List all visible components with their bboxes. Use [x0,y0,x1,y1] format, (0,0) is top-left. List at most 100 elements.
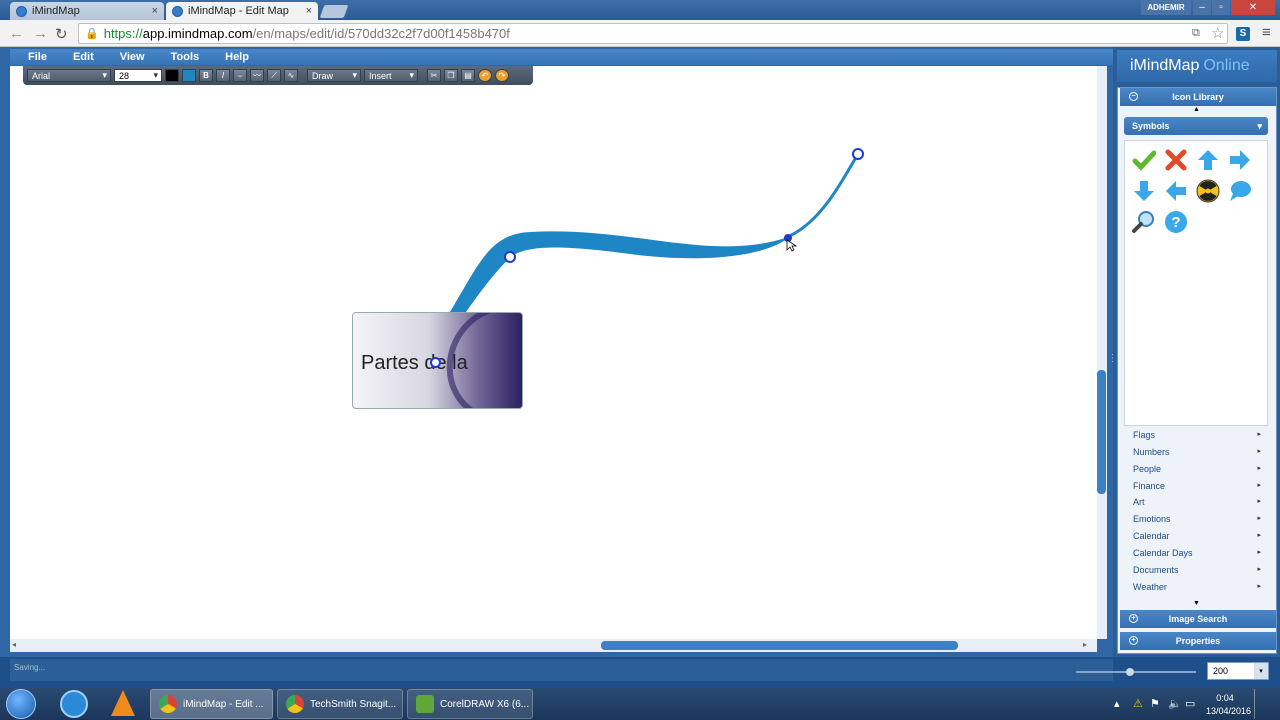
tab-close-icon[interactable]: × [152,5,158,17]
image-search-header[interactable]: + Image Search [1120,610,1276,628]
scroll-right-icon[interactable]: ▸ [1083,640,1087,649]
zoom-select[interactable]: 200 ▾ [1207,662,1269,680]
close-window-button[interactable]: ✕ [1231,0,1275,15]
category-numbers[interactable]: Numbers ▸ [1133,447,1261,457]
back-icon[interactable]: ← [9,25,24,42]
expand-icon[interactable]: + [1129,614,1138,623]
taskbar-item-snagit[interactable]: TechSmith Snagit... [277,689,403,719]
bookmark-star-icon[interactable]: ☆ [1211,24,1224,42]
minimize-button[interactable]: – [1193,0,1211,15]
branch-end-handle[interactable] [852,148,864,160]
maximize-button[interactable]: ▫ [1212,0,1230,15]
clock[interactable]: 0:04 13/04/2016 [1206,692,1251,718]
tray-expand-icon[interactable]: ▴ [1114,697,1120,710]
show-desktop-button[interactable] [1254,689,1266,719]
menu-edit[interactable]: Edit [65,51,102,63]
branch-tip[interactable] [784,153,860,240]
speech-bubble-icon[interactable] [1228,179,1252,203]
pinned-app-icon[interactable] [60,690,88,718]
font-family-select[interactable]: Arial ▾ [27,69,111,82]
category-art[interactable]: Art ▸ [1133,497,1261,507]
expand-icon[interactable]: + [1129,636,1138,645]
tab-edit-map[interactable]: iMindMap - Edit Map × [166,2,318,20]
undo-icon[interactable]: ↶ [478,69,492,82]
radiation-icon[interactable] [1196,179,1220,203]
menu-file[interactable]: File [20,51,55,63]
scroll-down-icon[interactable]: ▼ [1193,600,1200,607]
icon-library-header[interactable]: − Icon Library [1120,88,1276,106]
branch-style-icon[interactable]: ∿ [284,69,298,82]
fill-color-swatch[interactable] [182,69,196,82]
vertical-scroll-thumb[interactable] [1097,370,1106,494]
snagit-extension-icon[interactable]: S [1236,27,1250,41]
vlc-icon[interactable] [111,690,135,716]
taskbar-item-coreldraw[interactable]: CorelDRAW X6 (6... [407,689,533,719]
branch-style-icon[interactable]: ⌣ [233,69,247,82]
magnifier-icon[interactable] [1132,210,1156,234]
reload-icon[interactable]: ↻ [55,25,68,43]
insert-select[interactable]: Insert ▾ [364,69,418,82]
selected-category: Symbols [1132,121,1170,131]
taskbar-item-imindmap[interactable]: iMindMap - Edit ... [150,689,273,719]
node-handle[interactable] [430,357,441,368]
branch-control-point[interactable] [504,251,516,263]
address-bar[interactable]: 🔒 https://app.imindmap.com/en/maps/edit/… [78,23,1228,44]
copy-icon[interactable]: ❐ [444,69,458,82]
category-finance[interactable]: Finance ▸ [1133,481,1261,491]
category-calendar[interactable]: Calendar ▸ [1133,531,1261,541]
font-size-select[interactable]: 28 ▾ [114,69,162,82]
draw-select[interactable]: Draw ▾ [307,69,361,82]
check-icon[interactable] [1132,148,1156,172]
menu-view[interactable]: View [112,51,153,63]
italic-button[interactable]: I [216,69,230,82]
menu-help[interactable]: Help [217,51,257,63]
zoom-slider[interactable] [1076,671,1196,673]
main-branch[interactable] [450,231,790,312]
properties-header[interactable]: + Properties [1120,632,1276,650]
category-flags[interactable]: Flags ▸ [1133,430,1261,440]
paste-icon[interactable]: ▤ [461,69,475,82]
question-icon[interactable]: ? [1164,210,1188,234]
chevron-down-icon: ▾ [409,70,414,80]
bold-button[interactable]: B [199,69,213,82]
menu-tools[interactable]: Tools [163,51,208,63]
category-calendar-days[interactable]: Calendar Days ▸ [1133,548,1261,558]
central-idea-text[interactable]: Partes de la [361,352,468,375]
chrome-menu-icon[interactable]: ≡ [1262,24,1271,41]
warning-icon[interactable]: ⚠ [1133,697,1143,710]
tab-close-icon[interactable]: × [306,5,312,17]
category-label: Art [1133,497,1145,507]
forward-icon[interactable]: → [33,25,48,42]
text-color-swatch[interactable] [165,69,179,82]
cross-icon[interactable] [1164,148,1188,172]
horizontal-scroll-thumb[interactable] [601,641,958,650]
central-idea-node[interactable]: Partes de la [352,312,523,409]
network-icon[interactable]: ▭ [1185,697,1195,710]
category-emotions[interactable]: Emotions ▸ [1133,514,1261,524]
user-badge[interactable]: ADHEMIR [1141,0,1191,15]
category-documents[interactable]: Documents ▸ [1133,565,1261,575]
vertical-scrollbar[interactable] [1097,66,1107,639]
volume-icon[interactable]: 🔈 [1168,697,1182,710]
redo-icon[interactable]: ↷ [495,69,509,82]
icon-category-select[interactable]: Symbols ▾ [1124,117,1268,135]
branch-style-icon[interactable]: ⟋ [267,69,281,82]
new-tab-button[interactable] [319,5,349,18]
zoom-slider-knob[interactable] [1126,668,1134,676]
tab-imindmap[interactable]: iMindMap × [10,2,164,20]
branch-style-icon[interactable]: 〰 [250,69,264,82]
translate-icon[interactable]: ⧉ [1192,27,1200,40]
category-people[interactable]: People ▸ [1133,464,1261,474]
flag-icon[interactable]: ⚑ [1150,697,1160,710]
start-button[interactable] [6,689,36,719]
map-canvas[interactable] [10,66,1097,639]
category-weather[interactable]: Weather ▸ [1133,582,1261,592]
arrow-left-icon[interactable] [1164,179,1188,203]
cut-icon[interactable]: ✂ [427,69,441,82]
arrow-right-icon[interactable] [1228,148,1252,172]
arrow-down-icon[interactable] [1132,179,1156,203]
scroll-left-icon[interactable]: ◂ [12,640,16,649]
collapse-icon[interactable]: − [1129,92,1138,101]
scroll-up-icon[interactable]: ▲ [1193,106,1200,113]
arrow-up-icon[interactable] [1196,148,1220,172]
